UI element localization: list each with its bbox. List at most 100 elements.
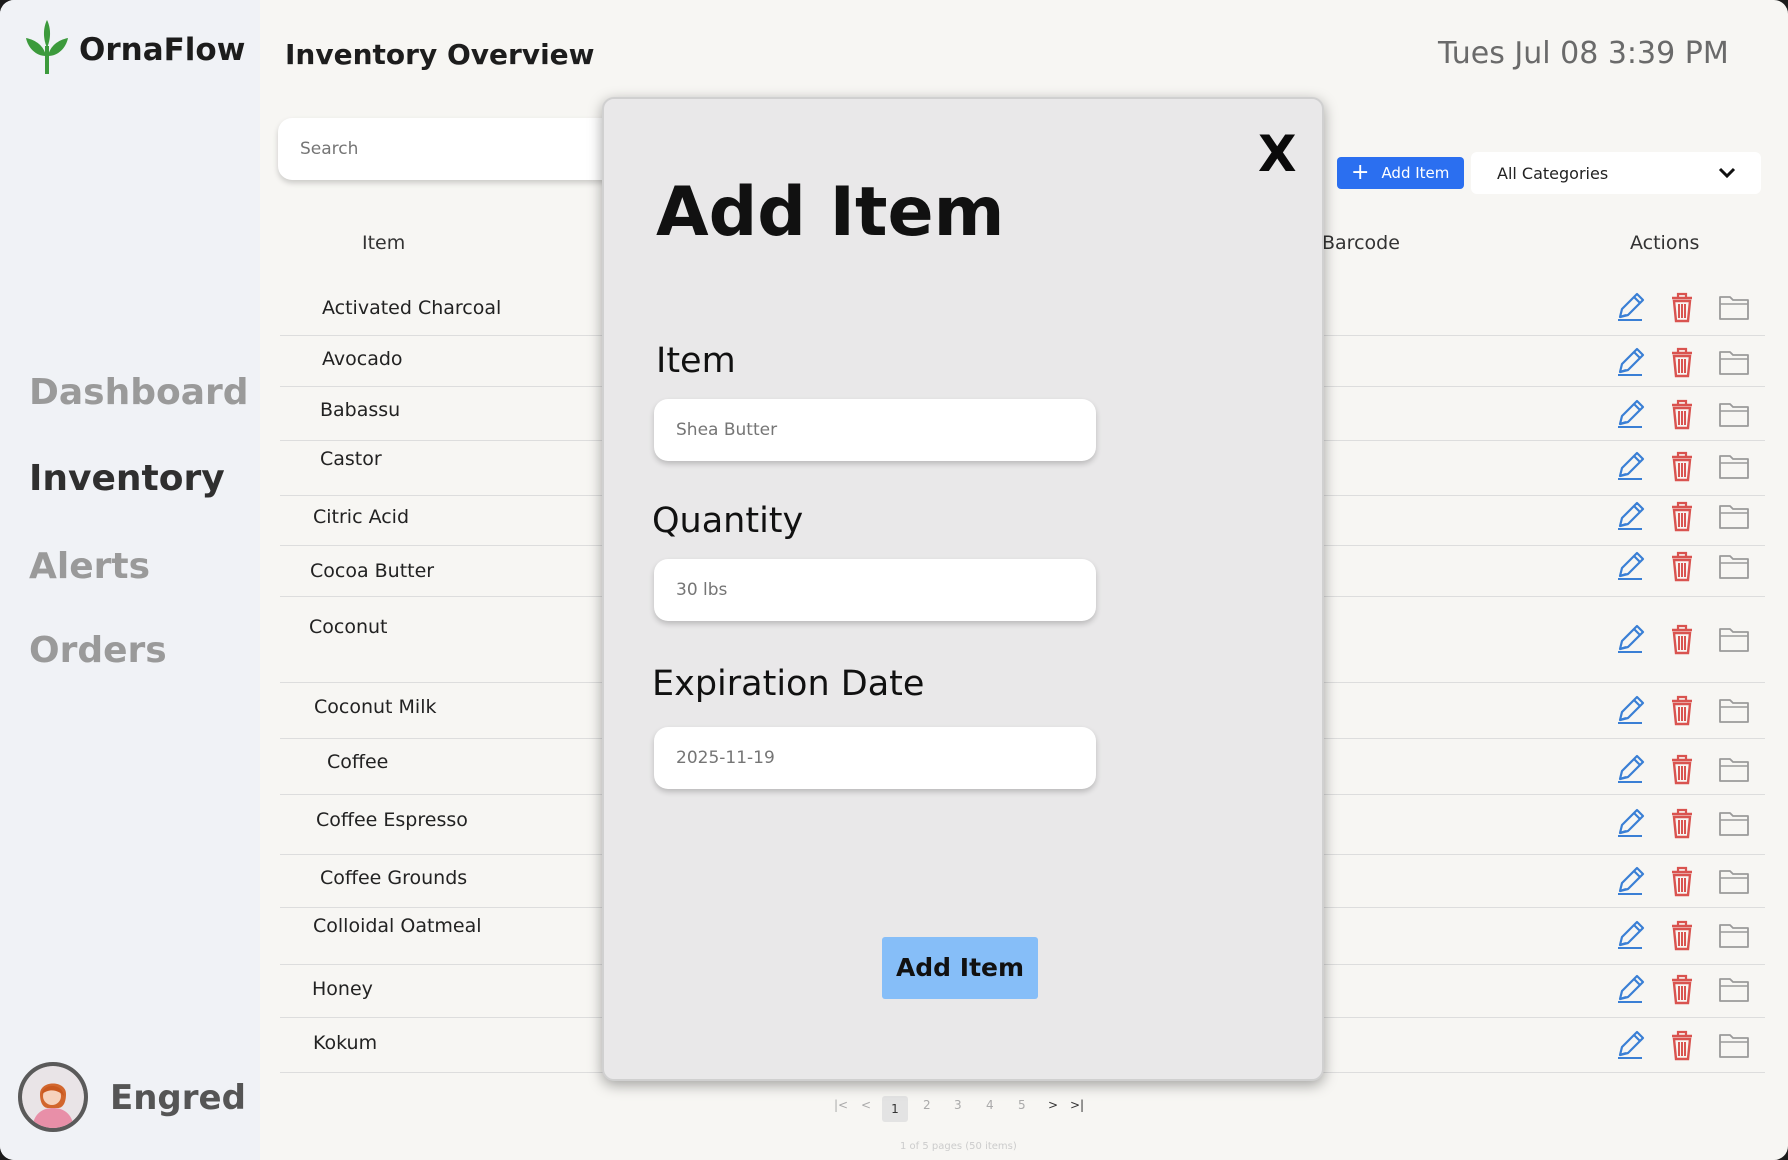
folder-icon[interactable] (1716, 751, 1752, 787)
pencil-icon[interactable] (1612, 448, 1648, 484)
trash-icon[interactable] (1664, 1027, 1700, 1063)
table-row-item-label: Colloidal Oatmeal (313, 915, 482, 937)
datetime-display: Tues Jul 08 3:39 PM (1438, 36, 1729, 71)
add-item-button-label: Add Item (1381, 164, 1450, 182)
folder-icon[interactable] (1716, 621, 1752, 657)
add-item-modal: X Add Item Item Quantity Expiration Date… (602, 97, 1324, 1081)
pencil-icon[interactable] (1612, 751, 1648, 787)
trash-icon[interactable] (1664, 971, 1700, 1007)
page-button[interactable]: 2 (923, 1098, 931, 1112)
pencil-icon[interactable] (1612, 917, 1648, 953)
expiration-date-label: Expiration Date (652, 664, 925, 704)
brand-name: OrnaFlow (79, 32, 246, 68)
folder-icon[interactable] (1716, 971, 1752, 1007)
table-row-item-label: Kokum (313, 1032, 378, 1054)
folder-icon[interactable] (1716, 396, 1752, 432)
last-page-icon[interactable]: >| (1070, 1098, 1084, 1112)
table-row-item-label: Coconut Milk (314, 696, 437, 718)
plus-icon: + (1351, 160, 1370, 185)
folder-icon[interactable] (1716, 448, 1752, 484)
pencil-icon[interactable] (1612, 289, 1648, 325)
page-button-current[interactable]: 1 (882, 1096, 908, 1122)
folder-icon[interactable] (1716, 863, 1752, 899)
table-row-item-label: Honey (312, 978, 373, 1000)
pencil-icon[interactable] (1612, 805, 1648, 841)
folder-icon[interactable] (1716, 498, 1752, 534)
column-header-actions: Actions (1630, 232, 1700, 254)
sidebar: OrnaFlow Dashboard Inventory Alerts Orde… (0, 0, 260, 1160)
table-row-item-label: Castor (320, 448, 382, 470)
folder-icon[interactable] (1716, 805, 1752, 841)
table-row-item-label: Coffee Grounds (320, 867, 468, 889)
pencil-icon[interactable] (1612, 498, 1648, 534)
table-row-item-label: Cocoa Butter (310, 560, 435, 582)
pencil-icon[interactable] (1612, 344, 1648, 380)
folder-icon[interactable] (1716, 344, 1752, 380)
trash-icon[interactable] (1664, 863, 1700, 899)
expiration-date-field[interactable] (654, 727, 1096, 789)
user-name: Engred (110, 1078, 246, 1118)
category-select-value: All Categories (1497, 163, 1609, 183)
category-select[interactable]: All Categories (1471, 152, 1761, 194)
first-page-icon[interactable]: |< (834, 1098, 848, 1112)
next-page-icon[interactable]: > (1048, 1098, 1058, 1112)
add-item-button[interactable]: + Add Item (1337, 157, 1464, 189)
user-profile[interactable]: Engred (18, 1062, 258, 1132)
page-title: Inventory Overview (285, 38, 595, 71)
app-window: OrnaFlow Dashboard Inventory Alerts Orde… (0, 0, 1788, 1160)
pencil-icon[interactable] (1612, 971, 1648, 1007)
trash-icon[interactable] (1664, 448, 1700, 484)
trash-icon[interactable] (1664, 751, 1700, 787)
trash-icon[interactable] (1664, 289, 1700, 325)
table-row-item-label: Avocado (322, 348, 403, 370)
avatar[interactable] (18, 1062, 88, 1132)
trash-icon[interactable] (1664, 805, 1700, 841)
trash-icon[interactable] (1664, 692, 1700, 728)
modal-title: Add Item (656, 173, 1005, 252)
folder-icon[interactable] (1716, 692, 1752, 728)
trash-icon[interactable] (1664, 396, 1700, 432)
pencil-icon[interactable] (1612, 548, 1648, 584)
table-row-item-label: Babassu (320, 399, 401, 421)
folder-icon[interactable] (1716, 1027, 1752, 1063)
nav-dashboard[interactable]: Dashboard (29, 372, 249, 413)
page-button[interactable]: 4 (986, 1098, 994, 1112)
search-input[interactable] (278, 118, 618, 180)
pagination-info: 1 of 5 pages (50 items) (900, 1141, 1017, 1152)
add-item-submit-button[interactable]: Add Item (882, 937, 1038, 999)
leaf-logo-icon (26, 20, 68, 74)
nav-inventory[interactable]: Inventory (29, 458, 225, 499)
trash-icon[interactable] (1664, 548, 1700, 584)
logo: OrnaFlow (24, 20, 264, 76)
folder-icon[interactable] (1716, 548, 1752, 584)
chevron-down-icon (1718, 167, 1736, 179)
pencil-icon[interactable] (1612, 692, 1648, 728)
quantity-field-label: Quantity (652, 501, 804, 541)
pencil-icon[interactable] (1612, 863, 1648, 899)
pencil-icon[interactable] (1612, 621, 1648, 657)
folder-icon[interactable] (1716, 917, 1752, 953)
table-row-item-label: Citric Acid (313, 506, 410, 528)
table-row-item-label: Coffee (327, 751, 389, 773)
column-header-item: Item (362, 232, 406, 254)
table-row-item-label: Activated Charcoal (322, 297, 502, 319)
column-header-barcode: Barcode (1322, 232, 1400, 254)
nav-alerts[interactable]: Alerts (29, 546, 150, 587)
table-row-item-label: Coffee Espresso (316, 809, 468, 831)
trash-icon[interactable] (1664, 498, 1700, 534)
table-row-item-label: Coconut (309, 616, 388, 638)
pencil-icon[interactable] (1612, 396, 1648, 432)
quantity-field[interactable] (654, 559, 1096, 621)
trash-icon[interactable] (1664, 621, 1700, 657)
nav-orders[interactable]: Orders (29, 630, 167, 671)
item-field-label: Item (656, 341, 736, 381)
close-icon[interactable]: X (1258, 125, 1297, 183)
item-field[interactable] (654, 399, 1096, 461)
folder-icon[interactable] (1716, 289, 1752, 325)
trash-icon[interactable] (1664, 344, 1700, 380)
page-button[interactable]: 3 (954, 1098, 962, 1112)
prev-page-icon[interactable]: < (861, 1098, 871, 1112)
pencil-icon[interactable] (1612, 1027, 1648, 1063)
page-button[interactable]: 5 (1018, 1098, 1026, 1112)
trash-icon[interactable] (1664, 917, 1700, 953)
